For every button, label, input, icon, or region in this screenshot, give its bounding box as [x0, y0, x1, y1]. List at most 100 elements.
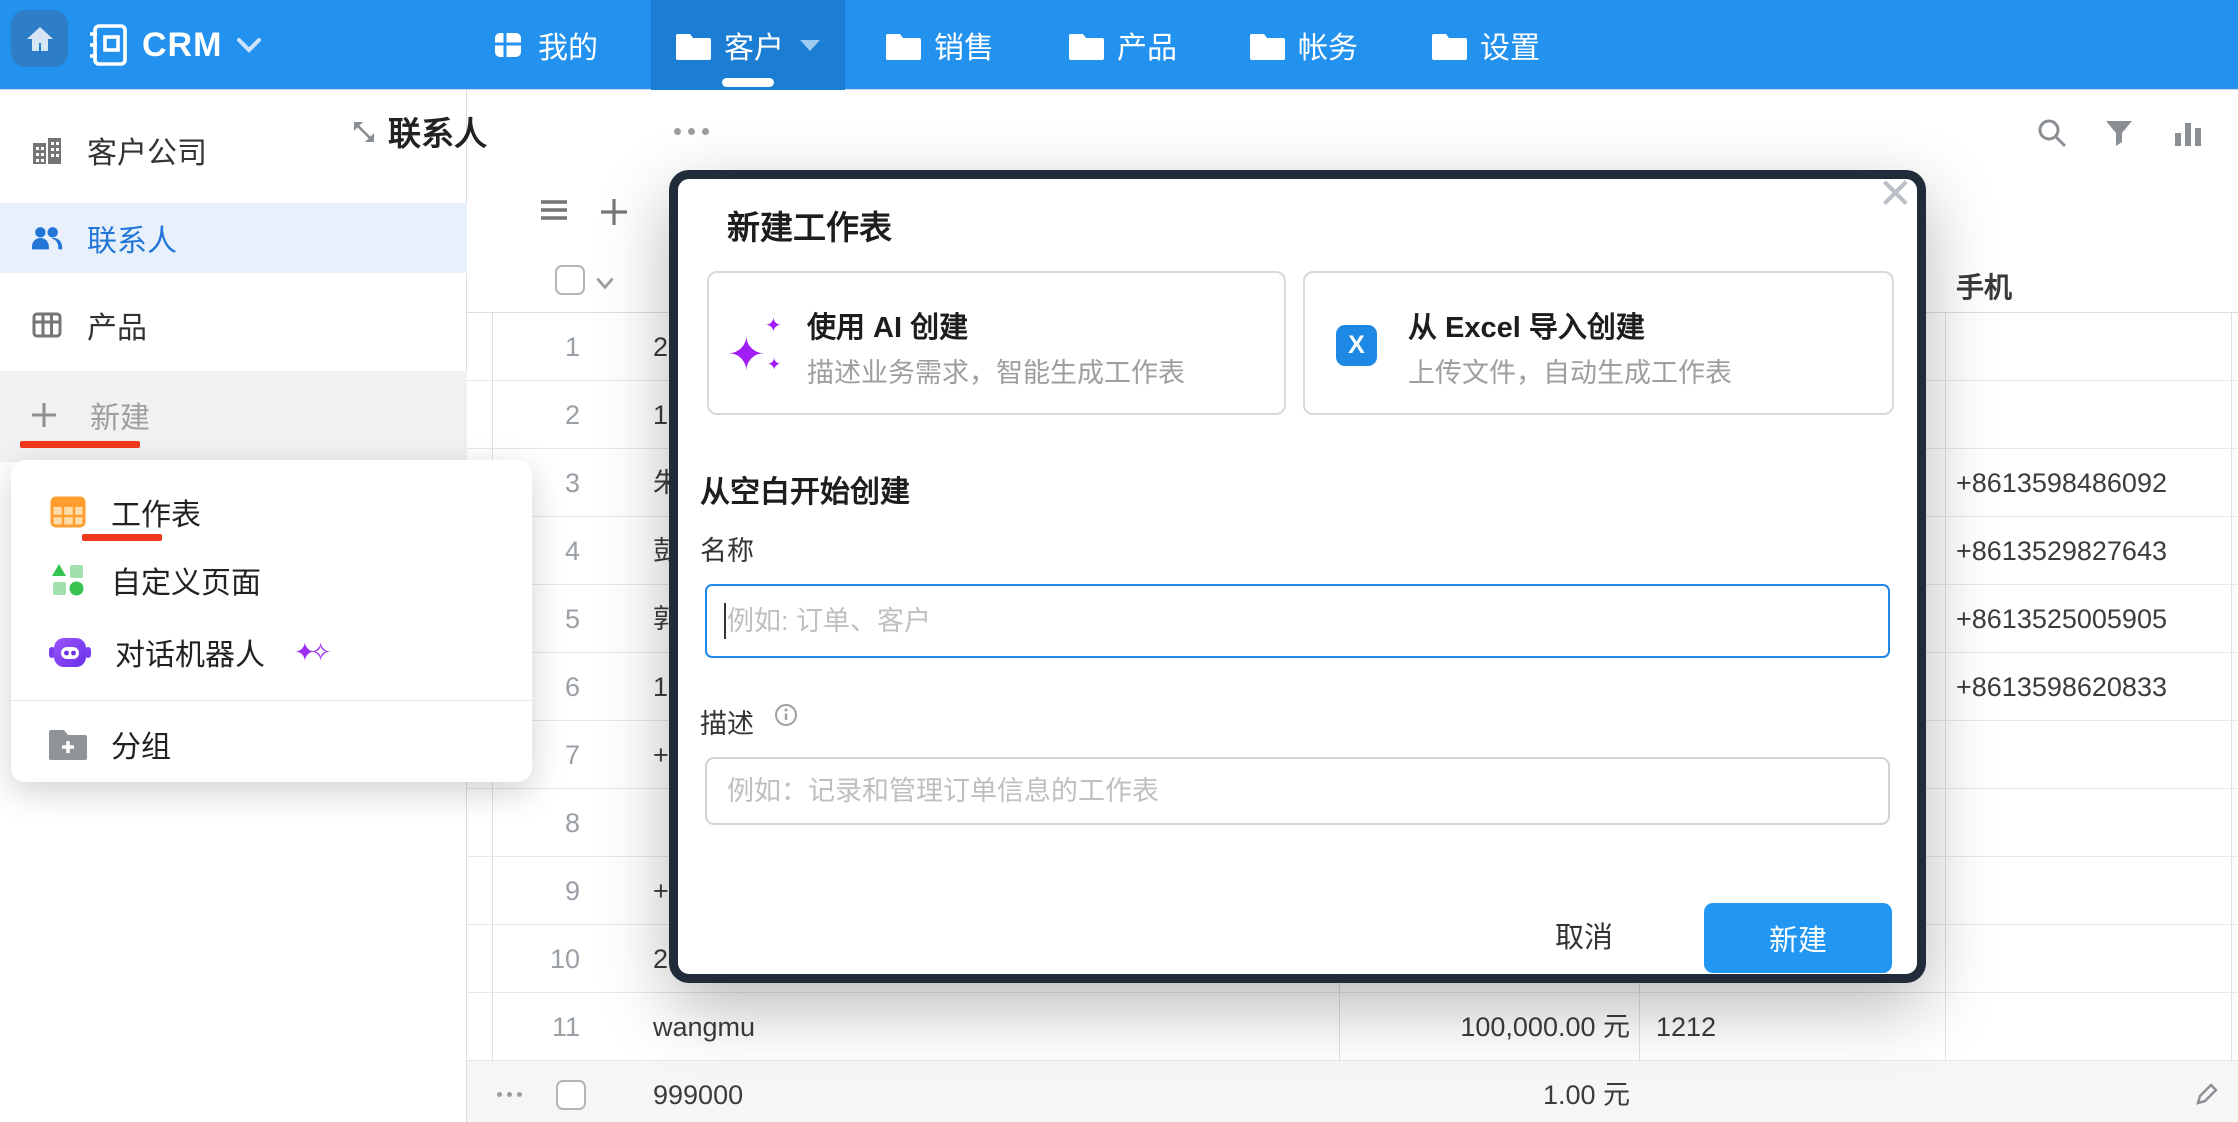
tab-sales-label: 销售 [934, 23, 994, 67]
new-worksheet-dialog: ✕ 新建工作表 ✦ ✦ ✦ 使用 AI 创建 描述业务需求，智能生成工作表 X … [669, 170, 1926, 983]
cell-name: 2 [653, 313, 668, 381]
tab-my-label: 我的 [538, 23, 598, 67]
notebook-icon [88, 22, 128, 68]
menu-item-label: 分组 [111, 722, 171, 766]
custom-page-icon [48, 560, 88, 600]
row-actions-icon[interactable] [497, 1092, 522, 1097]
menu-item-group[interactable]: 分组 [11, 712, 532, 776]
sidebar-new-label: 新建 [90, 393, 150, 437]
cell-extra: 1212 [1656, 993, 1716, 1061]
cell-name: 2 [653, 925, 668, 993]
folder-plus-icon [48, 726, 88, 762]
menu-item-label: 自定义页面 [111, 558, 261, 602]
menu-item-label: 对话机器人 [115, 630, 265, 674]
cell-phone: +8613598620833 [1956, 653, 2167, 721]
sidebar-item-contacts-selected[interactable]: 联系人 [0, 203, 467, 273]
tutorial-highlight-worksheet [82, 534, 162, 541]
description-field-label: 描述 [700, 702, 754, 741]
tab-finance[interactable]: 帐务 [1250, 0, 1358, 90]
expand-view-icon[interactable] [349, 117, 379, 147]
tab-customer-dropdown-caret [800, 40, 820, 51]
tab-my[interactable]: 我的 [491, 0, 598, 90]
home-button[interactable] [11, 10, 68, 67]
my-dashboard-icon [491, 28, 525, 62]
buildings-icon [30, 133, 64, 167]
cell-name: + [653, 721, 669, 789]
new-item-dropdown-menu: 工作表 自定义页面 [11, 460, 532, 782]
cell-phone: +8613525005905 [1956, 585, 2167, 653]
tab-sales[interactable]: 销售 [886, 0, 994, 90]
top-navigation-bar: CRM 我的 客户 销售 [0, 0, 2238, 90]
grid-table-icon [30, 308, 64, 342]
menu-item-chatbot[interactable]: 对话机器人 ✦✧ [11, 620, 532, 684]
edit-pencil-icon[interactable] [2192, 1079, 2222, 1109]
tab-customer-active-indicator [722, 78, 774, 87]
view-title: 联系人 [388, 107, 487, 155]
worksheet-name-input[interactable] [705, 584, 1890, 658]
excel-card-description: 上传文件，自动生成工作表 [1408, 351, 1732, 390]
menu-divider [11, 700, 532, 701]
ai-sparkle-icon: ✦ ✦ ✦ [727, 313, 797, 383]
folder-icon [1432, 31, 1467, 60]
info-icon[interactable] [774, 703, 798, 727]
folder-icon [886, 31, 921, 60]
chevron-down-icon[interactable] [592, 270, 618, 296]
chatbot-icon [48, 632, 92, 672]
column-header-phone[interactable]: 手机 [1956, 266, 2012, 306]
tab-settings[interactable]: 设置 [1432, 0, 1540, 90]
cancel-button[interactable]: 取消 [1534, 911, 1634, 963]
row-number: 10 [467, 925, 580, 993]
excel-card-title: 从 Excel 导入创建 [1408, 304, 1645, 346]
cell-name: 1 [653, 381, 668, 449]
folder-icon [1069, 31, 1104, 60]
app-switcher-chevron-icon[interactable] [236, 37, 262, 53]
import-from-excel-card[interactable]: X 从 Excel 导入创建 上传文件，自动生成工作表 [1303, 271, 1894, 415]
cell-name: + [653, 857, 669, 925]
ai-card-description: 描述业务需求，智能生成工作表 [807, 351, 1185, 390]
tab-customer-selected[interactable]: 客户 [651, 0, 845, 90]
people-icon [30, 221, 64, 255]
close-icon[interactable]: ✕ [1878, 173, 1913, 215]
cell-amount: 1.00 元 [1345, 1061, 1630, 1122]
add-record-icon[interactable] [598, 196, 630, 228]
tab-settings-label: 设置 [1480, 23, 1540, 67]
select-all-checkbox[interactable] [555, 265, 585, 295]
table-row-hovered[interactable]: 999000 1.00 元 [467, 1061, 2238, 1122]
sidebar-item-label: 客户公司 [87, 128, 207, 172]
sidebar-item-product[interactable]: 产品 [0, 290, 467, 360]
view-more-menu-icon[interactable] [674, 128, 709, 135]
row-number: 1 [467, 313, 580, 381]
crm-app-screen: CRM 我的 客户 销售 [0, 0, 2238, 1122]
table-row[interactable]: 11 wangmu 100,000.00 元 1212 [467, 993, 2238, 1061]
sidebar-new-button[interactable]: 新建 [0, 380, 467, 450]
menu-item-label: 工作表 [111, 490, 201, 534]
dialog-title: 新建工作表 [727, 201, 892, 249]
tab-product[interactable]: 产品 [1069, 0, 1177, 90]
row-height-icon[interactable] [538, 196, 570, 228]
ai-sparkle-icon: ✦✧ [294, 637, 326, 668]
row-checkbox[interactable] [556, 1080, 586, 1110]
menu-item-custom-page[interactable]: 自定义页面 [11, 548, 532, 612]
search-icon[interactable] [2036, 117, 2068, 149]
row-number: 11 [467, 993, 580, 1061]
cell-name: wangmu [653, 993, 755, 1061]
plus-icon [30, 401, 58, 429]
create-with-ai-card[interactable]: ✦ ✦ ✦ 使用 AI 创建 描述业务需求，智能生成工作表 [707, 271, 1286, 415]
tab-customer-label: 客户 [724, 23, 784, 67]
worksheet-description-input[interactable] [705, 757, 1890, 825]
cell-phone: +8613598486092 [1956, 449, 2167, 517]
app-name: CRM [142, 26, 222, 65]
home-icon [23, 22, 57, 56]
sidebar-item-label: 联系人 [87, 216, 177, 260]
tutorial-highlight-new [20, 441, 140, 448]
cell-amount: 100,000.00 元 [1345, 993, 1630, 1061]
tab-finance-label: 帐务 [1298, 23, 1358, 67]
cell-phone: +8613529827643 [1956, 517, 2167, 585]
cell-name: 1 [653, 653, 668, 721]
filter-icon[interactable] [2103, 117, 2135, 149]
excel-icon: X [1336, 325, 1377, 366]
chart-icon[interactable] [2172, 117, 2204, 149]
cell-name: 999000 [653, 1061, 743, 1122]
app-logo[interactable]: CRM [88, 0, 262, 90]
create-button[interactable]: 新建 [1704, 903, 1892, 973]
